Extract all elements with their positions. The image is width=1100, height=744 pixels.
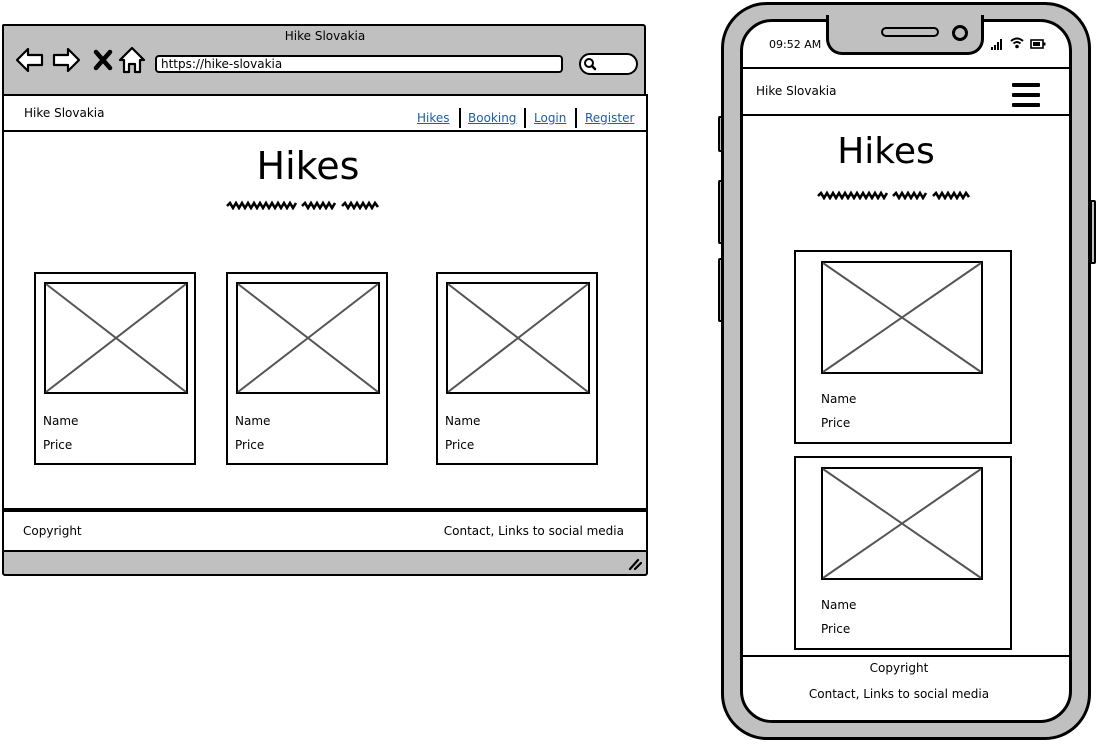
site-footer: Copyright Contact, Links to social media [2, 510, 648, 552]
image-placeholder-icon [44, 282, 188, 394]
nav-divider [459, 108, 461, 128]
card-name: Name [821, 598, 857, 612]
phone-screen: Name Price Name Price [740, 19, 1072, 723]
footer-copyright: Copyright [23, 524, 82, 538]
card-price: Price [821, 622, 851, 636]
phone-device: Name Price Name Price 09:52 AM Hike Slov… [718, 2, 1098, 742]
card-name: Name [43, 414, 79, 428]
subtitle-placeholder-scribble [817, 190, 971, 200]
image-placeholder-icon [446, 282, 590, 394]
image-placeholder-icon [236, 282, 380, 394]
battery-icon [1030, 39, 1046, 49]
search-icon [584, 58, 597, 71]
footer-contact[interactable]: Contact, Links to social media [444, 524, 624, 538]
nav-link-booking[interactable]: Booking [468, 111, 516, 125]
hike-card[interactable]: Name Price [794, 250, 1012, 444]
header-divider [743, 114, 1069, 116]
nav-divider [575, 108, 577, 128]
subtitle-placeholder-scribble [226, 200, 380, 210]
hike-card[interactable]: Name Price [34, 272, 196, 465]
card-price: Price [235, 438, 265, 452]
mobile-footer-contact[interactable]: Contact, Links to social media [746, 687, 1052, 701]
home-icon[interactable] [116, 44, 148, 76]
nav-link-hikes[interactable]: Hikes [417, 111, 450, 125]
mobile-site-brand[interactable]: Hike Slovakia [756, 84, 836, 98]
status-time: 09:52 AM [769, 38, 822, 51]
phone-notch [826, 15, 984, 55]
card-price: Price [43, 438, 73, 452]
nav-link-login[interactable]: Login [534, 111, 566, 125]
card-name: Name [821, 392, 857, 406]
page-heading: Hikes [256, 144, 360, 188]
footer-divider [743, 655, 1069, 657]
nav-divider [524, 108, 526, 128]
hike-card[interactable]: Name Price [794, 456, 1012, 650]
url-bar[interactable]: https://hike-slovakia [155, 55, 563, 73]
hamburger-menu-icon[interactable] [1012, 82, 1040, 108]
browser-status-bar [2, 550, 648, 576]
forward-arrow-icon[interactable] [50, 44, 82, 76]
image-placeholder-icon [821, 261, 983, 374]
image-placeholder-icon [821, 467, 983, 580]
front-camera [952, 25, 968, 41]
site-brand[interactable]: Hike Slovakia [24, 106, 104, 120]
site-main: Hikes Name Price Name Price Name Price [2, 130, 648, 510]
site-header: Hike Slovakia Hikes Booking Login Regist… [2, 94, 648, 132]
signal-icon [991, 39, 1002, 50]
window-title: Hike Slovakia [284, 29, 366, 43]
card-price: Price [445, 438, 475, 452]
card-name: Name [445, 414, 481, 428]
mobile-footer-copyright: Copyright [869, 661, 929, 675]
resize-grip-icon[interactable] [626, 557, 642, 571]
nav-link-register[interactable]: Register [585, 111, 634, 125]
mobile-page-heading: Hikes [837, 131, 935, 172]
status-divider [743, 67, 1069, 69]
hike-card[interactable]: Name Price [226, 272, 388, 465]
browser-window: Hike Slovakia https://hike-slovakia Hike… [2, 24, 648, 576]
card-price: Price [821, 416, 851, 430]
back-arrow-icon[interactable] [14, 44, 46, 76]
speaker-grille [881, 27, 939, 37]
card-name: Name [235, 414, 271, 428]
hike-card[interactable]: Name Price [436, 272, 598, 465]
wifi-icon [1010, 37, 1024, 49]
search-button[interactable] [579, 53, 638, 75]
